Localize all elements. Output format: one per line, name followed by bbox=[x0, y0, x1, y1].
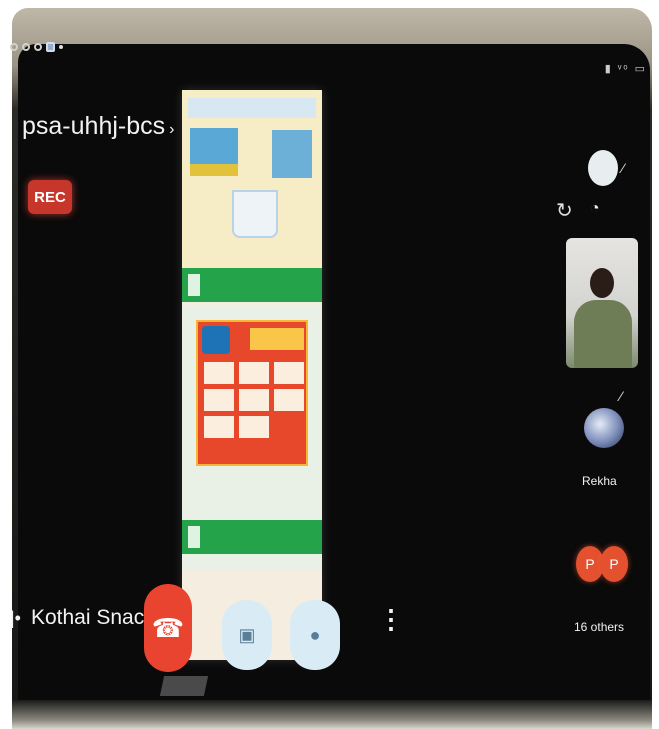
slide-green-divider bbox=[182, 520, 322, 554]
slide-poster-cell bbox=[204, 416, 234, 438]
slide-picture-caption bbox=[190, 164, 238, 176]
navigation-stub bbox=[159, 676, 209, 696]
slide-poster-cell bbox=[239, 362, 269, 384]
notification-icon bbox=[10, 43, 18, 51]
hang-up-icon: ☎ bbox=[151, 612, 185, 643]
camera-toggle-button[interactable]: ▣ bbox=[222, 600, 272, 670]
slide-poster-cell bbox=[239, 389, 269, 411]
notification-icons bbox=[10, 42, 63, 52]
shared-screen-presentation[interactable] bbox=[182, 90, 322, 660]
slide-divider-tile bbox=[188, 274, 200, 296]
slide-poster-heading bbox=[250, 328, 304, 350]
others-count[interactable]: 16 others bbox=[574, 620, 624, 634]
slide-picture bbox=[190, 128, 238, 164]
meeting-code-text: psa-uhhj-bcs bbox=[22, 112, 166, 140]
participant-video-tile[interactable] bbox=[566, 238, 638, 368]
status-bar-indicators: ▮ ᵛᵒ ▭ bbox=[604, 63, 647, 75]
slide-green-divider bbox=[182, 268, 322, 302]
more-options-button[interactable]: ⋮ bbox=[378, 604, 404, 635]
slide-poster-cell bbox=[239, 416, 269, 438]
slide-glass-illustration bbox=[232, 190, 278, 238]
presenter-bullet: |• bbox=[10, 608, 21, 628]
participant-name: Rekha bbox=[582, 474, 617, 488]
slide-infographic-top bbox=[182, 90, 322, 268]
slide-poster-grid bbox=[204, 362, 304, 438]
slide-header-band bbox=[188, 98, 316, 118]
slide-divider-tile bbox=[188, 526, 200, 548]
slide-picture bbox=[272, 130, 312, 178]
meeting-code[interactable]: psa-uhhj-bcs › bbox=[22, 112, 174, 141]
app-icon bbox=[46, 42, 55, 52]
phone-bezel-bottom bbox=[12, 700, 652, 729]
notification-icon bbox=[22, 43, 30, 51]
participant-avatar-rekha[interactable] bbox=[584, 408, 624, 448]
presenter-label: |• Kothai Snac bbox=[10, 606, 144, 630]
presenter-name: Kothai Snac bbox=[30, 606, 145, 629]
participant-avatar[interactable]: P bbox=[600, 546, 628, 582]
slide-poster-cell bbox=[204, 362, 234, 384]
meeting-screen bbox=[18, 44, 650, 704]
speaker-icon[interactable]: ◔ bbox=[590, 200, 616, 222]
switch-camera-icon[interactable]: ↻ bbox=[556, 198, 578, 222]
slide-poster-cell bbox=[274, 389, 304, 411]
participant-body bbox=[574, 300, 632, 368]
mic-off-icon: ⁄ bbox=[622, 160, 625, 176]
slide-poster-cell bbox=[204, 389, 234, 411]
mic-off-icon: ⁄ bbox=[620, 388, 623, 404]
more-notifications-dot-icon bbox=[59, 45, 63, 49]
microphone-icon: ● bbox=[309, 624, 321, 645]
end-call-button[interactable]: ☎ bbox=[144, 584, 192, 672]
camera-off-icon: ▣ bbox=[238, 624, 256, 645]
participant-head bbox=[590, 268, 614, 298]
meeting-details-chevron-icon: › bbox=[169, 121, 175, 138]
self-avatar[interactable] bbox=[588, 150, 618, 186]
notification-icon bbox=[34, 43, 42, 51]
slide-poster-card bbox=[196, 320, 308, 466]
slide-poster-cell bbox=[274, 362, 304, 384]
recording-badge: REC bbox=[28, 180, 72, 214]
slide-logo bbox=[202, 326, 230, 354]
microphone-toggle-button[interactable]: ● bbox=[290, 600, 340, 670]
